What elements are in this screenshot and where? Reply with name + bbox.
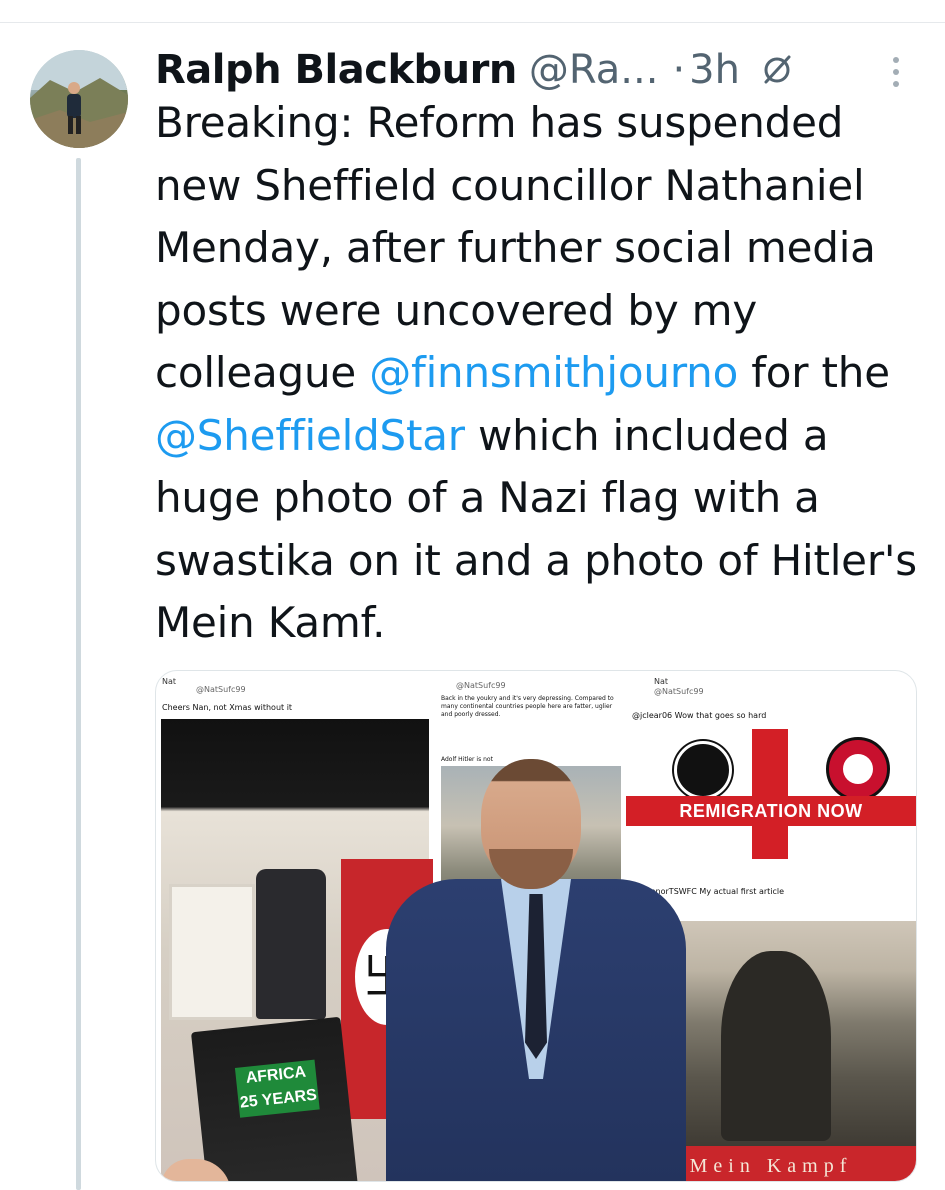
figure-silhouette <box>721 951 831 1141</box>
mention-link-finnsmithjourno[interactable]: @finnsmithjourno <box>369 348 738 397</box>
mention-link-sheffieldstar[interactable]: @SheffieldStar <box>155 411 465 460</box>
thread-line <box>76 158 81 1190</box>
author-name[interactable]: Ralph Blackburn <box>155 47 517 93</box>
tweet-header: Ralph Blackburn @Ra... · 3h <box>155 40 794 100</box>
more-vertical-icon[interactable] <box>884 52 908 92</box>
panel-user-handle: @NatSufc99 <box>196 685 246 694</box>
panel-reply-text: @jclear06 Wow that goes so hard <box>632 711 767 720</box>
club-badge-icon <box>826 737 890 801</box>
separator-dot: · <box>672 47 686 93</box>
panel-user-handle: @NatSufc99 <box>654 687 704 696</box>
panel-user-name: Nat <box>654 677 669 686</box>
tweet-text: Breaking: Reform has suspended new Sheff… <box>155 92 935 655</box>
grok-icon[interactable] <box>760 53 794 87</box>
councillor-photo <box>386 759 686 1181</box>
avatar[interactable] <box>30 50 128 148</box>
panel-post-text: Back in the youkry and it's very depress… <box>441 695 614 718</box>
red-cross <box>752 729 788 859</box>
window <box>169 884 255 1020</box>
coat-rack <box>256 869 326 1019</box>
panel-user-name: Nat <box>162 677 177 686</box>
panel-post-text: Cheers Nan, not Xmas without it <box>162 703 293 712</box>
top-divider <box>0 0 945 23</box>
tweet-media-image[interactable]: Nat @NatSufc99 Cheers Nan, not Xmas with… <box>155 670 917 1182</box>
timestamp[interactable]: 3h <box>689 47 740 93</box>
product-label: AFRICA 25 YEARS <box>234 1059 320 1118</box>
author-handle[interactable]: @Ra... <box>529 47 659 93</box>
tweet-text-segment: for the <box>738 348 890 397</box>
panel-user-handle: @NatSufc99 <box>456 681 506 690</box>
product-box: AFRICA 25 YEARS <box>190 1016 362 1181</box>
avatar-photo <box>30 50 128 148</box>
